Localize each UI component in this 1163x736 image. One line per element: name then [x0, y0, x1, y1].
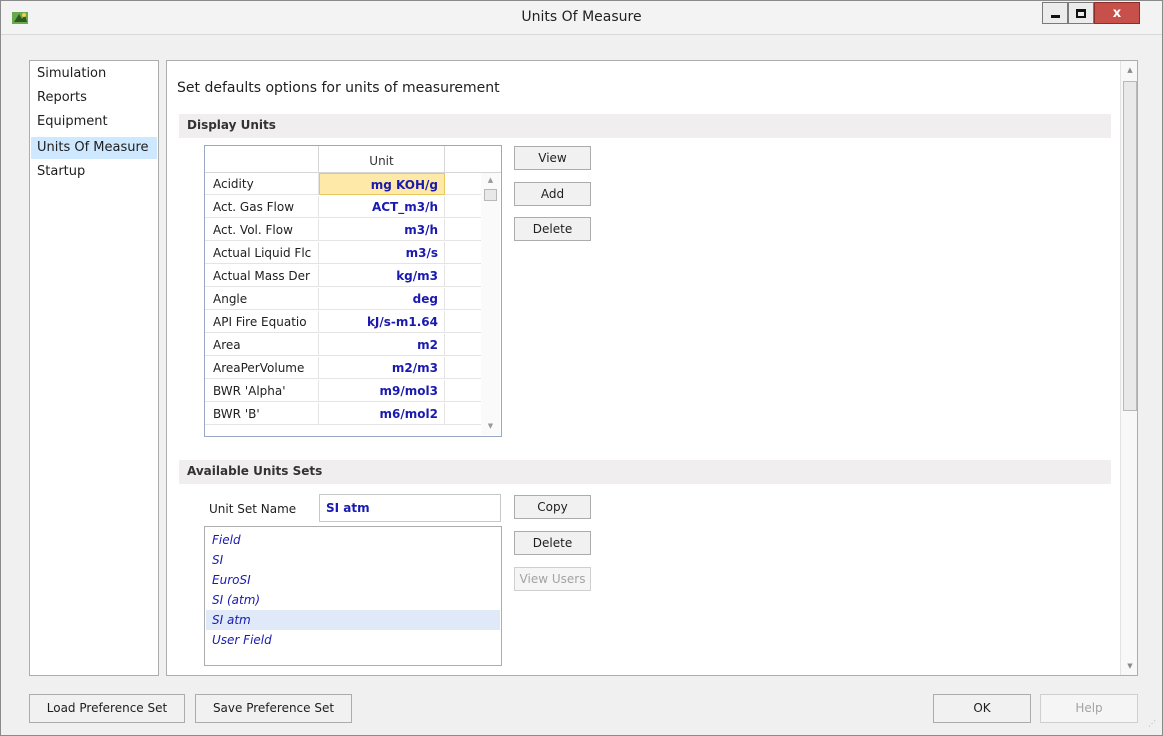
- units-of-measure-window: Units Of Measure x Simulation Reports Eq…: [0, 0, 1163, 736]
- scroll-up-icon[interactable]: ▲: [481, 173, 500, 187]
- quantity-name: AreaPerVolume: [205, 357, 319, 379]
- table-row[interactable]: Acidity mg KOH/g: [205, 173, 481, 195]
- quantity-name: Acidity: [205, 173, 319, 195]
- unit-set-name-input[interactable]: SI atm: [319, 494, 501, 522]
- display-units-grid[interactable]: Unit Acidity mg KOH/g Act. Gas Flow ACT_…: [204, 145, 502, 437]
- scroll-down-icon[interactable]: ▼: [481, 419, 500, 433]
- unit-cell[interactable]: m3/s: [319, 242, 445, 264]
- table-row[interactable]: Act. Vol. Flow m3/h: [205, 219, 481, 241]
- table-row[interactable]: Area m2: [205, 334, 481, 356]
- quantity-name: Actual Liquid Flc: [205, 242, 319, 264]
- view-users-button[interactable]: View Users: [514, 567, 591, 591]
- scroll-down-icon[interactable]: ▼: [1121, 657, 1137, 675]
- unit-cell[interactable]: m3/h: [319, 219, 445, 241]
- unit-cell[interactable]: deg: [319, 288, 445, 310]
- quantity-name: API Fire Equatio: [205, 311, 319, 333]
- quantity-name: Act. Vol. Flow: [205, 219, 319, 241]
- unit-sets-list[interactable]: Field SI EuroSI SI (atm) SI atm User Fie…: [204, 526, 502, 666]
- delete-set-button[interactable]: Delete: [514, 531, 591, 555]
- content-panel: Set defaults options for units of measur…: [166, 60, 1138, 676]
- quantity-name: Actual Mass Der: [205, 265, 319, 287]
- table-row[interactable]: BWR 'B' m6/mol2: [205, 403, 481, 425]
- save-preference-set-button[interactable]: Save Preference Set: [195, 694, 352, 723]
- content-scroll-thumb[interactable]: [1123, 81, 1137, 411]
- view-button[interactable]: View: [514, 146, 591, 170]
- list-item[interactable]: SI: [206, 550, 500, 570]
- quantity-name: BWR 'Alpha': [205, 380, 319, 402]
- unit-set-name-label: Unit Set Name: [209, 502, 297, 516]
- display-units-section-header: Display Units: [179, 114, 1111, 138]
- copy-button[interactable]: Copy: [514, 495, 591, 519]
- list-item[interactable]: SI atm: [206, 610, 500, 630]
- unit-cell[interactable]: kJ/s-m1.64: [319, 311, 445, 333]
- table-row[interactable]: Actual Liquid Flc m3/s: [205, 242, 481, 264]
- unit-cell[interactable]: m9/mol3: [319, 380, 445, 402]
- options-nav: Simulation Reports Equipment Units Of Me…: [29, 60, 159, 676]
- quantity-name: Angle: [205, 288, 319, 310]
- nav-item-reports[interactable]: Reports: [31, 87, 157, 109]
- maximize-button[interactable]: [1068, 2, 1094, 24]
- ok-button[interactable]: OK: [933, 694, 1031, 723]
- quantity-name: BWR 'B': [205, 403, 319, 425]
- nav-item-startup[interactable]: Startup: [31, 161, 157, 183]
- close-icon: x: [1112, 5, 1122, 21]
- grid-header-unit[interactable]: Unit: [319, 146, 445, 173]
- unit-cell[interactable]: kg/m3: [319, 265, 445, 287]
- list-item[interactable]: User Field: [206, 630, 500, 650]
- table-row[interactable]: Actual Mass Der kg/m3: [205, 265, 481, 287]
- unit-cell[interactable]: m2: [319, 334, 445, 356]
- page-heading: Set defaults options for units of measur…: [177, 80, 500, 96]
- delete-unit-button[interactable]: Delete: [514, 217, 591, 241]
- resize-grip-icon[interactable]: ⋰: [1148, 720, 1160, 733]
- table-row[interactable]: Act. Gas Flow ACT_m3/h: [205, 196, 481, 218]
- minimize-button[interactable]: [1042, 2, 1068, 24]
- minimize-icon: [1050, 15, 1060, 18]
- content-scrollbar[interactable]: ▲ ▼: [1120, 61, 1137, 675]
- table-row[interactable]: API Fire Equatio kJ/s-m1.64: [205, 311, 481, 333]
- table-row[interactable]: Angle deg: [205, 288, 481, 310]
- unit-cell[interactable]: ACT_m3/h: [319, 196, 445, 218]
- unit-cell[interactable]: mg KOH/g: [319, 173, 445, 195]
- table-row[interactable]: AreaPerVolume m2/m3: [205, 357, 481, 379]
- display-units-title: Display Units: [187, 118, 276, 132]
- scroll-up-icon[interactable]: ▲: [1121, 61, 1137, 79]
- available-sets-section-header: Available Units Sets: [179, 460, 1111, 484]
- grid-scroll-thumb[interactable]: [484, 189, 497, 201]
- grid-header: Unit: [205, 146, 501, 173]
- maximize-icon: [1076, 8, 1086, 18]
- load-preference-set-button[interactable]: Load Preference Set: [29, 694, 185, 723]
- window-title: Units Of Measure: [521, 9, 642, 25]
- unit-cell[interactable]: m6/mol2: [319, 403, 445, 425]
- grid-header-name: [205, 146, 319, 173]
- quantity-name: Act. Gas Flow: [205, 196, 319, 218]
- nav-item-equipment[interactable]: Equipment: [31, 111, 157, 133]
- nav-item-simulation[interactable]: Simulation: [31, 63, 157, 85]
- close-button[interactable]: x: [1094, 2, 1140, 24]
- list-item[interactable]: SI (atm): [206, 590, 500, 610]
- help-button[interactable]: Help: [1040, 694, 1138, 723]
- nav-item-units-of-measure[interactable]: Units Of Measure: [31, 137, 157, 159]
- title-bar: Units Of Measure x: [1, 1, 1162, 35]
- table-row[interactable]: BWR 'Alpha' m9/mol3: [205, 380, 481, 402]
- list-item[interactable]: EuroSI: [206, 570, 500, 590]
- unit-cell[interactable]: m2/m3: [319, 357, 445, 379]
- quantity-name: Area: [205, 334, 319, 356]
- list-item[interactable]: Field: [206, 530, 500, 550]
- available-sets-title: Available Units Sets: [187, 464, 323, 478]
- add-button[interactable]: Add: [514, 182, 591, 206]
- grid-scrollbar[interactable]: ▲ ▼: [481, 173, 500, 435]
